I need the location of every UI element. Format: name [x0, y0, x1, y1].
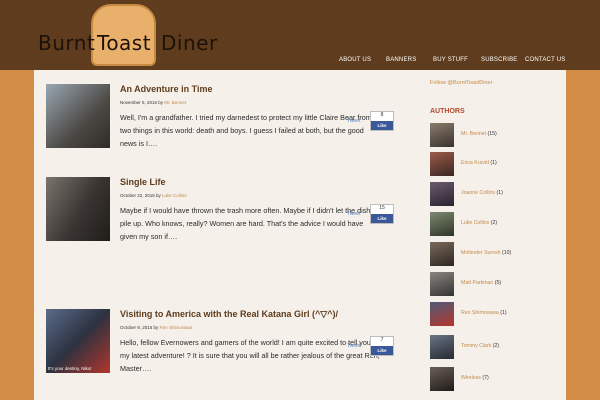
like-count: 15 [379, 205, 385, 211]
author-item[interactable]: Erica Kravid (1) [430, 152, 540, 178]
nav-banners[interactable]: BANNERS [386, 57, 416, 63]
post-excerpt: Well, I'm a grandfather. I tried my darn… [120, 113, 372, 148]
author-name[interactable]: Mr. Bennet (15) [461, 131, 497, 137]
post-date: November 5, 2015 by [120, 100, 164, 105]
author-name[interactable]: Matt Parkman (5) [461, 280, 501, 286]
logo-word-toast[interactable]: Toast [97, 31, 151, 55]
tweet-button[interactable]: Tweet [347, 343, 360, 349]
author-name[interactable]: Mohinder Suresh (10) [461, 250, 511, 256]
avatar[interactable] [430, 212, 454, 236]
author-item[interactable]: Joanne Collins (1) [430, 182, 540, 208]
post-title[interactable]: Single Life [120, 177, 166, 187]
author-item[interactable]: Mr. Bennet (15) [430, 123, 540, 149]
tweet-button[interactable]: Tweet [347, 211, 360, 217]
author-item[interactable]: Tommy Clark (2) [430, 335, 540, 361]
post-meta: October 22, 2015 by Luke Collins [120, 193, 187, 198]
post-thumbnail[interactable] [46, 84, 110, 148]
facebook-like-widget[interactable]: 15 Like [370, 204, 394, 224]
author-name[interactable]: Luke Collins (2) [461, 220, 497, 226]
like-count: 7 [380, 337, 384, 343]
facebook-like-widget[interactable]: 7 Like [370, 336, 394, 356]
avatar[interactable] [430, 182, 454, 206]
avatar[interactable] [430, 335, 454, 359]
logo-word-burnt[interactable]: Burnt [38, 31, 95, 55]
thumbnail-caption: It's your destiny, Niko! [48, 366, 92, 371]
like-count: 8 [380, 112, 384, 118]
post-author-link[interactable]: Mr. Bennet [164, 100, 186, 105]
author-item[interactable]: Ren Shimosawa (1) [430, 302, 540, 328]
post-thumbnail[interactable]: It's your destiny, Niko! [46, 309, 110, 373]
avatar[interactable] [430, 152, 454, 176]
tweet-button[interactable]: Tweet [347, 118, 360, 124]
post-title[interactable]: Visiting to America with the Real Katana… [120, 309, 338, 320]
nav-buy-stuff[interactable]: BUY STUFF [433, 57, 468, 63]
avatar[interactable] [430, 302, 454, 326]
author-name[interactable]: Joanne Collins (1) [461, 190, 503, 196]
post-date: October 22, 2015 by [120, 193, 161, 198]
post-meta: October 9, 2015 by Ren Shimosawa [120, 325, 192, 330]
author-name[interactable]: Ren Shimosawa (1) [461, 310, 507, 316]
post-excerpt: Hello, fellow Evernowers and gamers of t… [120, 338, 380, 373]
twitter-follow-link[interactable]: Follow @BurntToastDiner [430, 80, 492, 86]
author-item[interactable]: Wireless (7) [430, 367, 540, 393]
author-item[interactable]: Luke Collins (2) [430, 212, 540, 238]
post-title[interactable]: An Adventure in Time [120, 84, 213, 94]
author-name[interactable]: Erica Kravid (1) [461, 160, 497, 166]
nav-contact-us[interactable]: CONTACT US [525, 57, 565, 63]
post-excerpt: Maybe if I would have thrown the trash m… [120, 206, 378, 241]
nav-about-us[interactable]: ABOUT US [339, 57, 371, 63]
avatar[interactable] [430, 367, 454, 391]
post-author-link[interactable]: Luke Collins [162, 193, 187, 198]
facebook-like-widget[interactable]: 8 Like [370, 111, 394, 131]
authors-heading: AUTHORS [430, 108, 465, 115]
like-button[interactable]: Like [371, 346, 393, 355]
post-date: October 9, 2015 by [120, 325, 159, 330]
author-name[interactable]: Wireless (7) [461, 375, 489, 381]
like-button[interactable]: Like [371, 121, 393, 130]
avatar[interactable] [430, 242, 454, 266]
nav-subscribe[interactable]: SUBSCRIBE [481, 57, 517, 63]
post-thumbnail[interactable] [46, 177, 110, 241]
site-header: Burnt Toast Diner ABOUT US BANNERS BUY S… [0, 0, 600, 70]
post-meta: November 5, 2015 by Mr. Bennet [120, 100, 186, 105]
avatar[interactable] [430, 123, 454, 147]
like-button[interactable]: Like [371, 214, 393, 223]
logo-word-diner[interactable]: Diner [161, 31, 218, 55]
post-author-link[interactable]: Ren Shimosawa [160, 325, 193, 330]
author-name[interactable]: Tommy Clark (2) [461, 343, 499, 349]
author-item[interactable]: Matt Parkman (5) [430, 272, 540, 298]
avatar[interactable] [430, 272, 454, 296]
author-item[interactable]: Mohinder Suresh (10) [430, 242, 540, 268]
